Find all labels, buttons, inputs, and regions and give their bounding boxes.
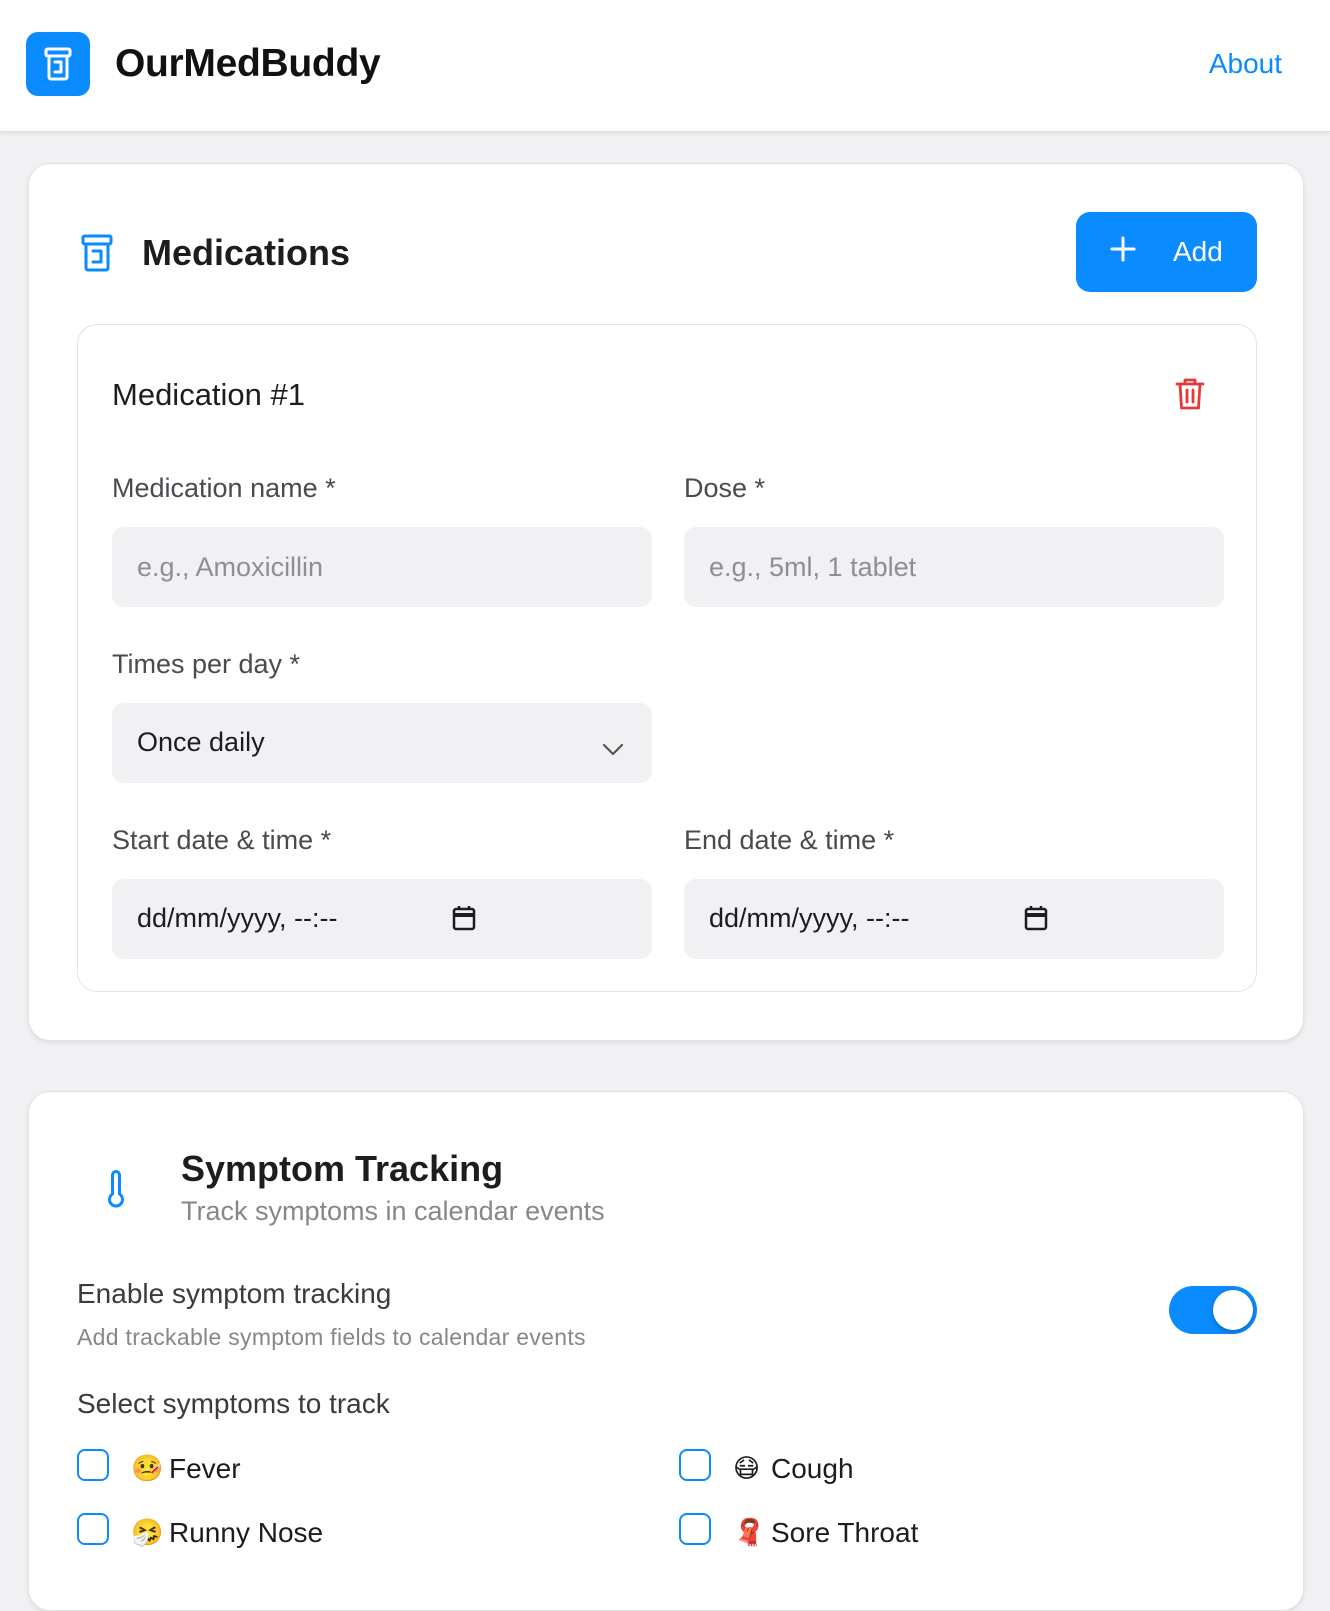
pill-bottle-icon (26, 32, 90, 96)
symptom-tracking-subtitle: Track symptoms in calendar events (181, 1196, 605, 1226)
runny-nose-emoji-icon: 🤧 (131, 1517, 164, 1547)
runny-nose-label: Runny Nose (169, 1517, 324, 1548)
fever-label: Fever (169, 1453, 241, 1484)
sore-throat-label: Sore Throat (771, 1517, 919, 1548)
end-date-label: End date & time * (684, 825, 895, 855)
times-per-day-select[interactable]: Once daily (112, 703, 652, 783)
medication-name-label: Medication name * (112, 473, 336, 503)
add-medication-button[interactable]: Add (1076, 212, 1257, 292)
sore-throat-emoji-icon: 🧣 (733, 1517, 766, 1547)
medication-item: Medication #1 Medication name * Dose * T… (77, 324, 1257, 992)
start-date-label: Start date & time * (112, 825, 332, 855)
medications-title: Medications (142, 232, 351, 273)
thermometer-icon (105, 1170, 127, 1213)
plus-icon (1110, 236, 1136, 269)
cough-checkbox[interactable] (679, 1449, 711, 1481)
symptom-option-cough[interactable]: 😷 Cough (679, 1449, 1079, 1489)
dose-label: Dose * (684, 473, 766, 503)
end-date-value: dd/mm/yyyy, --:-- (709, 903, 910, 933)
about-link[interactable]: About (1209, 48, 1282, 80)
trash-icon (1175, 378, 1205, 414)
cough-emoji-icon: 😷 (733, 1453, 761, 1483)
symptom-tracking-title: Symptom Tracking (181, 1148, 504, 1189)
runny-nose-checkbox[interactable] (77, 1513, 109, 1545)
chevron-down-icon (602, 733, 624, 764)
medication-item-title: Medication #1 (112, 377, 306, 412)
end-date-input[interactable]: dd/mm/yyyy, --:-- (684, 879, 1224, 959)
app-header: OurMedBuddy About (0, 0, 1330, 132)
delete-medication-button[interactable] (1172, 377, 1208, 413)
symptom-tracking-toggle[interactable] (1169, 1286, 1257, 1334)
calendar-icon[interactable] (452, 905, 476, 938)
app-title: OurMedBuddy (115, 42, 381, 85)
symptom-option-runny-nose[interactable]: 🤧 Runny Nose (77, 1513, 477, 1553)
add-button-label: Add (1173, 236, 1223, 267)
pill-bottle-icon (81, 234, 113, 277)
medications-card: Medications Add Medication #1 Medication… (28, 163, 1304, 1041)
toggle-knob (1213, 1290, 1253, 1330)
cough-label: Cough (771, 1453, 854, 1484)
enable-tracking-description: Add trackable symptom fields to calendar… (77, 1324, 586, 1350)
symptom-option-sore-throat[interactable]: 🧣 Sore Throat (679, 1513, 1079, 1553)
dose-input[interactable] (684, 527, 1224, 607)
symptom-option-fever[interactable]: 🤒 Fever (77, 1449, 477, 1489)
select-symptoms-label: Select symptoms to track (77, 1388, 390, 1419)
enable-tracking-label: Enable symptom tracking (77, 1278, 392, 1309)
times-per-day-label: Times per day * (112, 649, 301, 679)
times-per-day-value: Once daily (137, 727, 265, 757)
medication-name-input[interactable] (112, 527, 652, 607)
sore-throat-checkbox[interactable] (679, 1513, 711, 1545)
symptom-tracking-card: Symptom Tracking Track symptoms in calen… (28, 1091, 1304, 1611)
start-date-input[interactable]: dd/mm/yyyy, --:-- (112, 879, 652, 959)
fever-emoji-icon: 🤒 (131, 1453, 164, 1483)
calendar-icon[interactable] (1024, 905, 1048, 938)
fever-checkbox[interactable] (77, 1449, 109, 1481)
start-date-value: dd/mm/yyyy, --:-- (137, 903, 338, 933)
